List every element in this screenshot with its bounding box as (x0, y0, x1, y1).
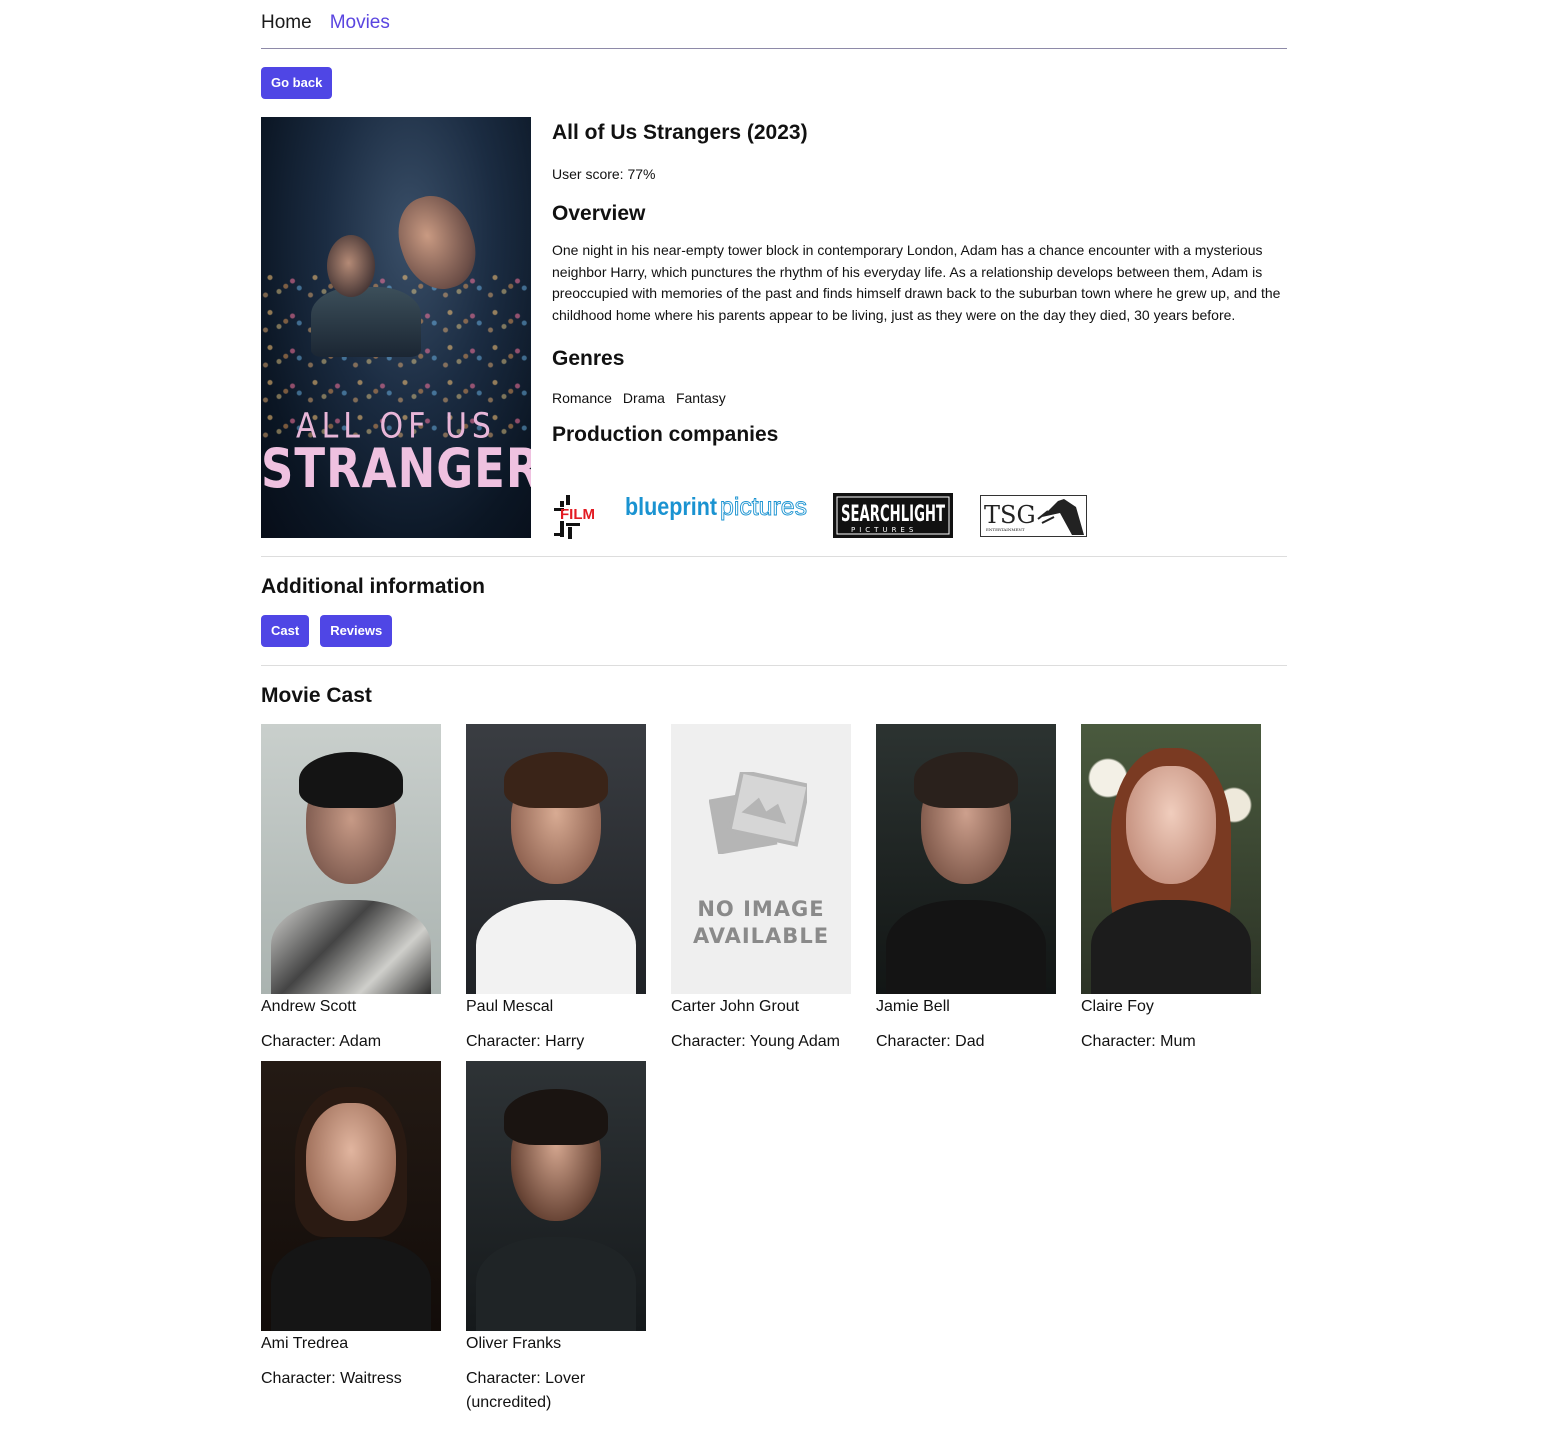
cast-photo (261, 1061, 441, 1331)
overview-text: One night in his near-empty tower block … (552, 242, 1281, 324)
no-image-line2: AVAILABLE (692, 924, 830, 948)
blueprint-pictures-logo: blueprint pictures (625, 493, 807, 522)
film4-logo: FILM (554, 495, 595, 539)
nav-movies-link[interactable]: Movies (330, 12, 390, 34)
divider (261, 556, 1287, 557)
image-placeholder-icon (709, 772, 807, 854)
companies-heading: Production companies (552, 422, 779, 446)
cast-name: Paul Mescal (466, 998, 554, 1015)
no-image-text: NO IMAGE AVAILABLE (671, 896, 851, 950)
cast-card: Oliver Franks Character: Lover (uncredit… (466, 1061, 646, 1411)
cast-list: Andrew Scott Character: Adam Paul Mescal… (261, 724, 1287, 1411)
tsg-logo-word1: TSG (984, 501, 1036, 529)
cast-name: Ami Tredrea (261, 1335, 349, 1352)
tsg-logo: TSG ENTERTAINMENT (980, 495, 1087, 537)
top-nav: Home Movies (261, 0, 1287, 49)
cast-name: Jamie Bell (876, 998, 950, 1015)
genre-item: Drama (622, 389, 665, 406)
page: Home Movies Go back ALL OF US STRANGERS … (0, 0, 1547, 1440)
production-companies: FILM blueprint pictures SEARCHLIGHT PICT… (552, 491, 1287, 539)
cast-tab-button[interactable]: Cast (261, 615, 310, 647)
genres-heading: Genres (552, 346, 625, 370)
cast-photo (876, 724, 1056, 994)
no-image-placeholder: NO IMAGE AVAILABLE (671, 724, 851, 994)
blueprint-logo-word2: pictures (720, 493, 807, 521)
cast-card: Jamie Bell Character: Dad (876, 724, 1056, 1061)
go-back-button[interactable]: Go back (261, 67, 333, 99)
additional-info-heading: Additional information (261, 575, 485, 598)
tsg-logo-word2: ENTERTAINMENT (986, 527, 1025, 532)
cast-card: Andrew Scott Character: Adam (261, 724, 441, 1061)
no-image-line1: NO IMAGE (697, 897, 825, 921)
movie-title: All of Us Strangers (2023) (552, 121, 808, 144)
poster-face-harry (327, 235, 375, 297)
cast-name: Claire Foy (1081, 998, 1154, 1015)
cast-photo (466, 1061, 646, 1331)
cast-photo (1081, 724, 1261, 994)
cast-character: Character: Lover (uncredited) (466, 1370, 586, 1411)
nav-home-link[interactable]: Home (261, 12, 312, 34)
overview-heading: Overview (552, 202, 646, 225)
cast-character: Character: Young Adam (671, 1033, 841, 1050)
movie-poster: ALL OF US STRANGERS (261, 117, 531, 538)
cast-name: Andrew Scott (261, 998, 357, 1015)
cast-name: Oliver Franks (466, 1335, 562, 1352)
user-score: User score: 77% (552, 166, 656, 182)
cast-character: Character: Mum (1081, 1033, 1196, 1050)
cast-name: Carter John Grout (671, 998, 800, 1015)
genre-item: Fantasy (675, 389, 726, 406)
cast-character: Character: Waitress (261, 1370, 402, 1387)
cast-card: NO IMAGE AVAILABLE Carter John Grout Cha… (671, 724, 851, 1061)
cast-character: Character: Dad (876, 1033, 985, 1050)
film4-logo-text: FILM (560, 506, 595, 523)
genres-list: Romance Drama Fantasy (552, 390, 1287, 406)
searchlight-logo-word2: PICTURES (851, 526, 917, 534)
cast-photo (466, 724, 646, 994)
searchlight-logo: SEARCHLIGHT PICTURES (833, 493, 953, 538)
searchlight-logo-word1: SEARCHLIGHT (841, 502, 945, 527)
movie-info: All of Us Strangers (2023) User score: 7… (552, 117, 1287, 539)
cast-card: Ami Tredrea Character: Waitress (261, 1061, 441, 1398)
genre-item: Romance (552, 389, 612, 406)
blueprint-logo-word1: blueprint (625, 493, 718, 521)
cast-photo (261, 724, 441, 994)
cast-character: Character: Adam (261, 1033, 382, 1050)
cast-character: Character: Harry (466, 1033, 585, 1050)
main-container: Home Movies Go back ALL OF US STRANGERS … (261, 0, 1287, 1411)
divider (261, 665, 1287, 666)
additional-info-tabs: Cast Reviews (261, 615, 393, 647)
reviews-tab-button[interactable]: Reviews (320, 615, 393, 647)
movie-cast-heading: Movie Cast (261, 684, 372, 707)
cast-card: Paul Mescal Character: Harry (466, 724, 646, 1061)
poster-figure (311, 287, 421, 357)
poster-title-line2: STRANGERS (261, 436, 531, 501)
cast-card: Claire Foy Character: Mum (1081, 724, 1261, 1061)
